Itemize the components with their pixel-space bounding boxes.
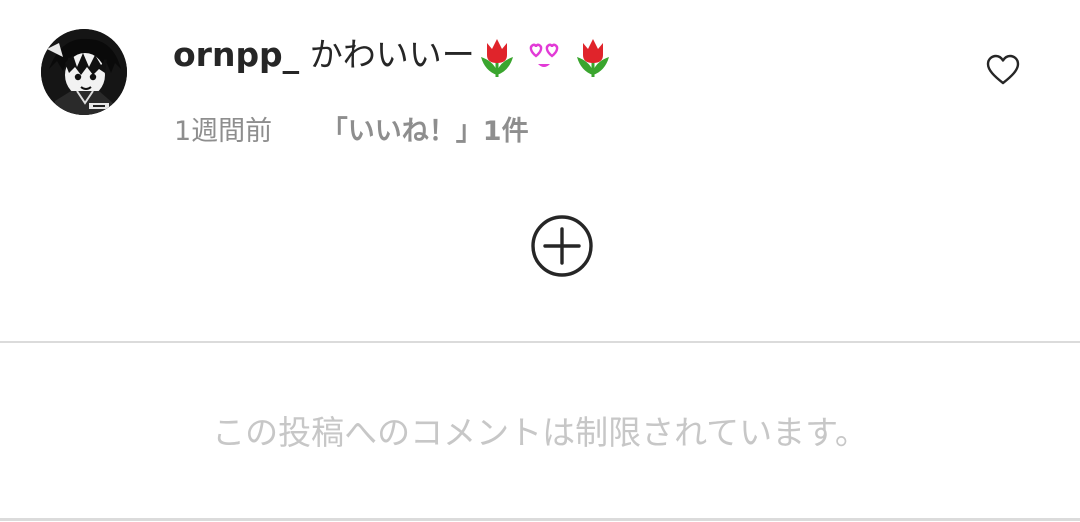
avatar-image [41, 29, 127, 115]
comment-body: かわいいー [309, 35, 475, 74]
comment-text: ornpp_ かわいいー [173, 30, 611, 80]
divider [0, 518, 1080, 521]
comment-timestamp: 1週間前 [174, 116, 273, 147]
avatar[interactable] [41, 29, 127, 115]
divider [0, 341, 1080, 343]
add-circle-icon[interactable] [530, 214, 594, 278]
tulip-icon [479, 37, 515, 77]
heart-eyes-icon [527, 42, 561, 72]
comments-restricted-message: この投稿へのコメントは制限されています。 [212, 413, 868, 452]
like-heart-icon[interactable] [986, 54, 1020, 86]
comment-meta: 1週間前 「いいね！」1件 [174, 112, 529, 152]
comment-item: ornpp_ かわいいー 1週間前 「いいね！」1件 [0, 0, 1080, 190]
comment-likes-count[interactable]: 「いいね！」1件 [321, 112, 529, 152]
comment-username[interactable]: ornpp_ [173, 35, 299, 74]
tulip-icon [575, 37, 611, 77]
